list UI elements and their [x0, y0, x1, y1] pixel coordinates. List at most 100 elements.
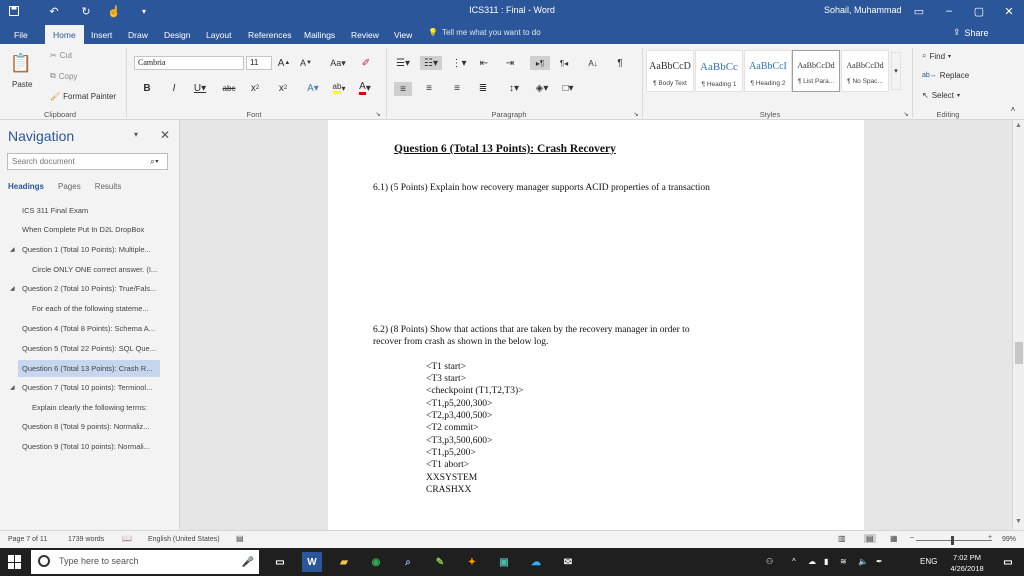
numbering-icon[interactable]: ☷▾ [420, 56, 442, 70]
chrome-icon[interactable]: ◉ [366, 552, 386, 572]
paste-label[interactable]: Paste [12, 80, 32, 89]
strikethrough-icon[interactable]: abc [220, 82, 238, 94]
chevron-down-icon[interactable]: ▾ [134, 130, 138, 139]
bold-icon[interactable]: B [141, 82, 153, 94]
nav-subheading-item[interactable]: For each of the following stateme... [32, 304, 149, 313]
rtl-direction-icon[interactable]: ¶◂ [558, 57, 570, 69]
search-document-input[interactable] [7, 153, 168, 170]
orange-app-icon[interactable]: ✦ [462, 552, 482, 572]
grow-font-icon[interactable]: A ▲ [278, 57, 291, 69]
nav-heading-item[interactable]: Question 8 (Total 9 points): Normaliz... [22, 422, 150, 431]
task-view-icon[interactable]: ▭ [270, 552, 290, 572]
expand-triangle-icon[interactable]: ◢ [10, 246, 15, 253]
select-button[interactable]: ↖ Select ▾ [922, 91, 960, 100]
style-heading-2[interactable]: AaBbCcI ¶ Heading 2 [744, 50, 792, 92]
tab-view[interactable]: View [386, 25, 420, 44]
notification-icon[interactable]: ▭ [998, 552, 1018, 572]
show-marks-icon[interactable]: ¶ [614, 57, 626, 69]
nav-subheading-item[interactable]: Explain clearly the following terms: [32, 403, 147, 412]
paragraph-dialog-launcher-icon[interactable]: ↘ [632, 110, 640, 118]
decrease-indent-icon[interactable]: ⇤ [478, 57, 490, 69]
style-heading-1[interactable]: AaBbCc ¶ Heading 1 [695, 50, 743, 92]
language-indicator[interactable]: ENG [920, 557, 937, 566]
format-painter-button[interactable]: 🖌 Format Painter [50, 92, 116, 101]
nav-heading-item[interactable]: Question 9 (Total 10 points): Normali... [22, 442, 150, 451]
paint-icon[interactable]: ✎ [430, 552, 450, 572]
find-button[interactable]: ⌕ Find ▾ [922, 51, 951, 61]
bullets-icon[interactable]: ☰▾ [394, 57, 412, 69]
zoom-level[interactable]: 99% [1002, 536, 1016, 543]
clock[interactable]: 7:02 PM 4/26/2018 [944, 552, 990, 574]
tab-home[interactable]: Home [45, 25, 84, 44]
pen-icon[interactable]: ✒ [876, 557, 883, 566]
volume-icon[interactable]: 🔈 [858, 557, 868, 566]
sort-icon[interactable]: A↓ [586, 57, 600, 69]
zoom-slider-thumb[interactable] [951, 536, 954, 545]
microphone-icon[interactable]: 🎤 [238, 552, 258, 572]
user-name[interactable]: Sohail, Muhammad [824, 5, 902, 15]
superscript-icon[interactable]: x2 [276, 82, 290, 94]
highlight-icon[interactable]: ab ▾ [330, 82, 348, 94]
paste-icon[interactable]: 📋 [10, 50, 32, 76]
close-icon[interactable]: ✕ [160, 128, 170, 142]
nav-heading-item[interactable]: Question 2 (Total 10 Points): True/Fals.… [22, 284, 156, 293]
tab-results[interactable]: Results [95, 182, 122, 191]
tab-headings[interactable]: Headings [8, 182, 44, 191]
copy-button[interactable]: ⧉ Copy [50, 71, 77, 81]
nav-heading-item[interactable]: Question 1 (Total 10 Points): Multiple..… [22, 245, 151, 254]
web-layout-icon[interactable]: ▦ [890, 534, 898, 543]
tab-layout[interactable]: Layout [198, 25, 240, 44]
zoom-in-icon[interactable]: + [988, 534, 992, 541]
multilevel-list-icon[interactable]: ⋮▾ [450, 57, 468, 69]
search-app-icon[interactable]: ⌕ [398, 552, 418, 572]
font-dialog-launcher-icon[interactable]: ↘ [374, 110, 382, 118]
nav-heading-item[interactable]: ICS 311 Final Exam [22, 206, 88, 215]
wifi-icon[interactable]: ≋ [840, 557, 847, 566]
line-spacing-icon[interactable]: ↕▾ [504, 82, 524, 94]
align-left-icon[interactable]: ≡ [394, 82, 412, 96]
styles-dialog-launcher-icon[interactable]: ↘ [902, 110, 910, 118]
ribbon-display-icon[interactable]: ▭ [904, 2, 934, 20]
ltr-direction-icon[interactable]: ▸¶ [530, 56, 550, 70]
nav-heading-item[interactable]: Question 7 (Total 10 points): Terminol..… [22, 383, 152, 392]
collapse-ribbon-icon[interactable]: ˄ [1008, 104, 1018, 114]
tab-insert[interactable]: Insert [83, 25, 120, 44]
subscript-icon[interactable]: x2 [248, 82, 262, 94]
cut-button[interactable]: ✂ Cut [50, 51, 72, 60]
windows-start-icon[interactable] [8, 555, 22, 569]
share-button[interactable]: ⇪ Share [953, 27, 989, 38]
nav-heading-item[interactable]: Question 4 (Total 8 Points): Schema A... [22, 324, 155, 333]
read-mode-icon[interactable]: ▥ [838, 534, 846, 543]
style-no-spacing[interactable]: AaBbCcDd ¶ No Spac... [841, 50, 889, 92]
underline-icon[interactable]: U▾ [192, 82, 208, 94]
nav-heading-item-selected[interactable]: Question 6 (Total 13 Points): Crash R... [18, 360, 160, 377]
people-icon[interactable]: ⚇ [766, 557, 773, 566]
zoom-slider[interactable] [916, 540, 992, 541]
align-right-icon[interactable]: ≡ [450, 82, 464, 94]
language-status[interactable]: English (United States) [148, 536, 220, 543]
borders-icon[interactable]: □▾ [558, 82, 578, 94]
font-size-box[interactable]: 11 [246, 56, 272, 70]
italic-icon[interactable]: I [168, 82, 180, 94]
tell-me-box[interactable]: 💡 Tell me what you want to do [428, 28, 541, 37]
cloud-tray-icon[interactable]: ☁ [808, 557, 816, 566]
scroll-down-icon[interactable]: ▼ [1015, 518, 1022, 525]
nav-heading-item[interactable]: When Complete Put In D2L DropBox [22, 225, 144, 234]
style-body-text[interactable]: AaBbCcD ¶ Body Text [646, 50, 694, 92]
tab-references[interactable]: References [240, 25, 299, 44]
file-explorer-icon[interactable]: ▰ [334, 552, 354, 572]
tab-pages[interactable]: Pages [58, 182, 81, 191]
replace-button[interactable]: ab↔ Replace [922, 71, 969, 80]
shrink-font-icon[interactable]: A ▼ [300, 57, 312, 69]
change-case-icon[interactable]: Aa▾ [330, 57, 346, 69]
tab-mailings[interactable]: Mailings [296, 25, 343, 44]
chevron-up-icon[interactable]: ^ [792, 557, 796, 566]
expand-triangle-icon[interactable]: ◢ [10, 384, 15, 391]
clear-formatting-icon[interactable]: ✐ [360, 57, 372, 69]
increase-indent-icon[interactable]: ⇥ [504, 57, 516, 69]
font-family-box[interactable]: Cambria [134, 56, 244, 70]
zoom-out-icon[interactable]: – [910, 534, 914, 541]
vertical-scrollbar[interactable]: ▲ ▼ [1012, 120, 1024, 530]
word-app-icon[interactable]: W [302, 552, 322, 572]
onedrive-icon[interactable]: ☁ [526, 552, 546, 572]
